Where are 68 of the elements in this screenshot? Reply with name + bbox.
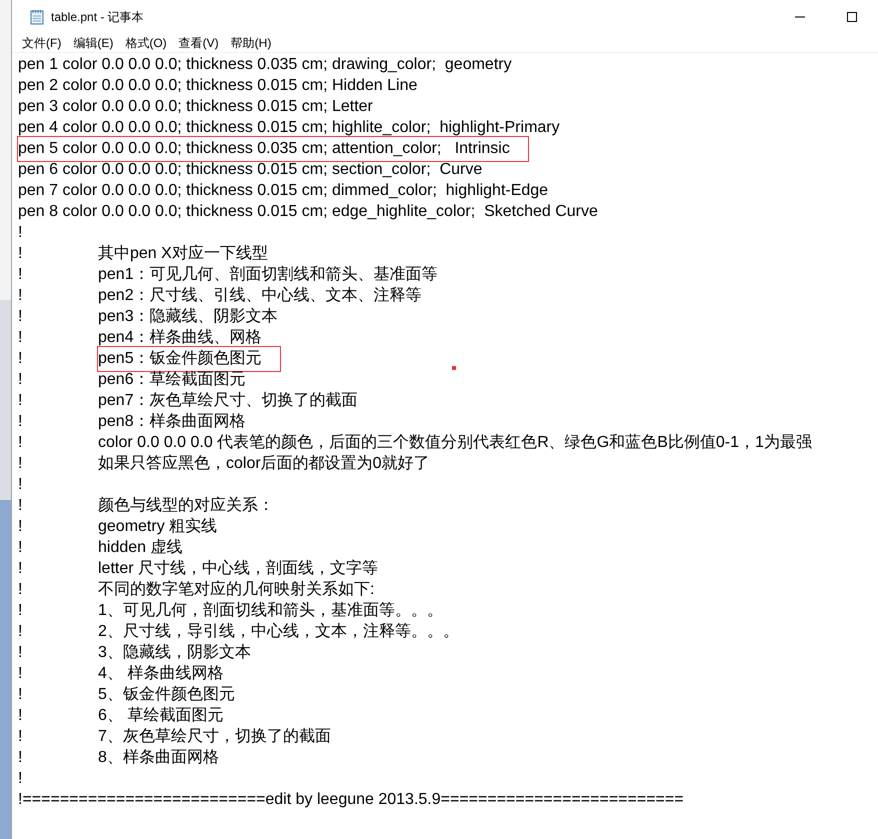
text-line: pen5：钣金件颜色图元 bbox=[98, 346, 280, 370]
text-line: pen4：样条曲线、网格 bbox=[98, 328, 262, 348]
comment-marker: ! bbox=[18, 244, 24, 264]
text-line: letter 尺寸线，中心线，剖面线，文字等 bbox=[98, 558, 378, 578]
text-line: 3、隐藏线，阴影文本 bbox=[98, 642, 251, 662]
comment-marker: ! bbox=[18, 516, 24, 536]
comment-marker: ! bbox=[18, 706, 24, 726]
text-line: 5、钣金件颜色图元 bbox=[98, 684, 235, 704]
maximize-icon bbox=[847, 12, 857, 22]
text-line: 8、样条曲面网格 bbox=[98, 748, 219, 768]
comment-marker: ! bbox=[18, 622, 24, 642]
comment-marker: ! bbox=[18, 370, 24, 390]
menu-item[interactable]: 编辑(E) bbox=[67, 34, 120, 52]
text-line: 其中pen X对应一下线型 bbox=[98, 244, 268, 264]
text-line: pen3：隐藏线、阴影文本 bbox=[98, 306, 278, 326]
text-line: pen6：草绘截面图元 bbox=[98, 370, 246, 390]
text-line: 1、可见几何，剖面切线和箭头，基准面等。。。 bbox=[98, 600, 443, 620]
text-line: pen1：可见几何、剖面切割线和箭头、基准面等 bbox=[98, 264, 438, 284]
menu-item[interactable]: 查看(V) bbox=[172, 34, 225, 52]
text-line: pen 7 color 0.0 0.0 0.0; thickness 0.015 cm; dimmed_color; highlight-Edge bbox=[18, 180, 548, 200]
comment-marker: ! bbox=[18, 768, 24, 788]
text-line: 7、灰色草绘尺寸，切换了的截面 bbox=[98, 726, 331, 746]
comment-marker: ! bbox=[18, 222, 24, 242]
comment-marker: ! bbox=[18, 306, 24, 326]
window-title: table.pnt - 记事本 bbox=[51, 8, 144, 26]
text-line: pen2：尺寸线、引线、中心线、文本、注释等 bbox=[98, 286, 422, 306]
comment-marker: ! bbox=[18, 580, 24, 600]
text-line: 不同的数字笔对应的几何映射关系如下: bbox=[98, 580, 374, 600]
comment-marker: ! bbox=[18, 642, 24, 662]
text-line: pen 2 color 0.0 0.0 0.0; thickness 0.015 cm; Hidden Line bbox=[18, 76, 418, 96]
text-line: 4、 样条曲线网格 bbox=[98, 664, 224, 684]
text-line: pen7：灰色草绘尺寸、切换了的截面 bbox=[98, 390, 358, 410]
comment-marker: ! bbox=[18, 726, 24, 746]
text-line: !==========================edit by leegune 2013.5.9========================== bbox=[18, 790, 684, 810]
text-line: 2、尺寸线，导引线，中心线，文本，注释等。。。 bbox=[98, 622, 459, 642]
comment-marker: ! bbox=[18, 496, 24, 516]
text-line: pen 4 color 0.0 0.0 0.0; thickness 0.015 cm; highlite_color; highlight-Primary bbox=[18, 118, 560, 138]
text-line: 颜色与线型的对应关系： bbox=[98, 496, 274, 516]
notepad-icon bbox=[29, 8, 45, 24]
menu-item[interactable]: 帮助(H) bbox=[224, 34, 278, 52]
comment-marker: ! bbox=[18, 286, 24, 306]
text-line: 6、 草绘截面图元 bbox=[98, 706, 224, 726]
text-line: color 0.0 0.0 0.0 代表笔的颜色，后面的三个数值分别代表红色R、绿色G和蓝色B比例值0-1，1为最强 bbox=[98, 432, 812, 452]
comment-marker: ! bbox=[18, 328, 24, 348]
text-line: 如果只答应黑色，color后面的都设置为0就好了 bbox=[98, 454, 430, 474]
menu-item[interactable]: 文件(F) bbox=[16, 34, 68, 52]
comment-marker: ! bbox=[18, 432, 24, 452]
comment-marker: ! bbox=[18, 390, 24, 410]
menu-item[interactable]: 格式(O) bbox=[119, 34, 173, 52]
text-line: pen 1 color 0.0 0.0 0.0; thickness 0.035 cm; drawing_color; geometry bbox=[18, 54, 512, 74]
comment-marker: ! bbox=[18, 664, 24, 684]
comment-marker: ! bbox=[18, 264, 24, 284]
text-line: pen 5 color 0.0 0.0 0.0; thickness 0.035 cm; attention_color; Intrinsic bbox=[18, 136, 528, 160]
text-line: pen 3 color 0.0 0.0 0.0; thickness 0.015 cm; Letter bbox=[18, 96, 373, 116]
comment-marker: ! bbox=[18, 600, 24, 620]
comment-marker: ! bbox=[18, 412, 24, 432]
comment-marker: ! bbox=[18, 558, 24, 578]
text-line: pen 6 color 0.0 0.0 0.0; thickness 0.015 cm; section_color; Curve bbox=[18, 160, 482, 180]
text-line: pen8：样条曲面网格 bbox=[98, 412, 246, 432]
comment-marker: ! bbox=[18, 684, 24, 704]
text-line: pen 8 color 0.0 0.0 0.0; thickness 0.015 cm; edge_highlite_color; Sketched Curve bbox=[18, 202, 598, 222]
text-line: hidden 虚线 bbox=[98, 538, 182, 558]
comment-marker: ! bbox=[18, 538, 24, 558]
comment-marker: ! bbox=[18, 748, 24, 768]
comment-marker: ! bbox=[18, 348, 24, 368]
comment-marker: ! bbox=[18, 474, 24, 494]
comment-marker: ! bbox=[18, 454, 24, 474]
text-line: geometry 粗实线 bbox=[98, 516, 218, 536]
